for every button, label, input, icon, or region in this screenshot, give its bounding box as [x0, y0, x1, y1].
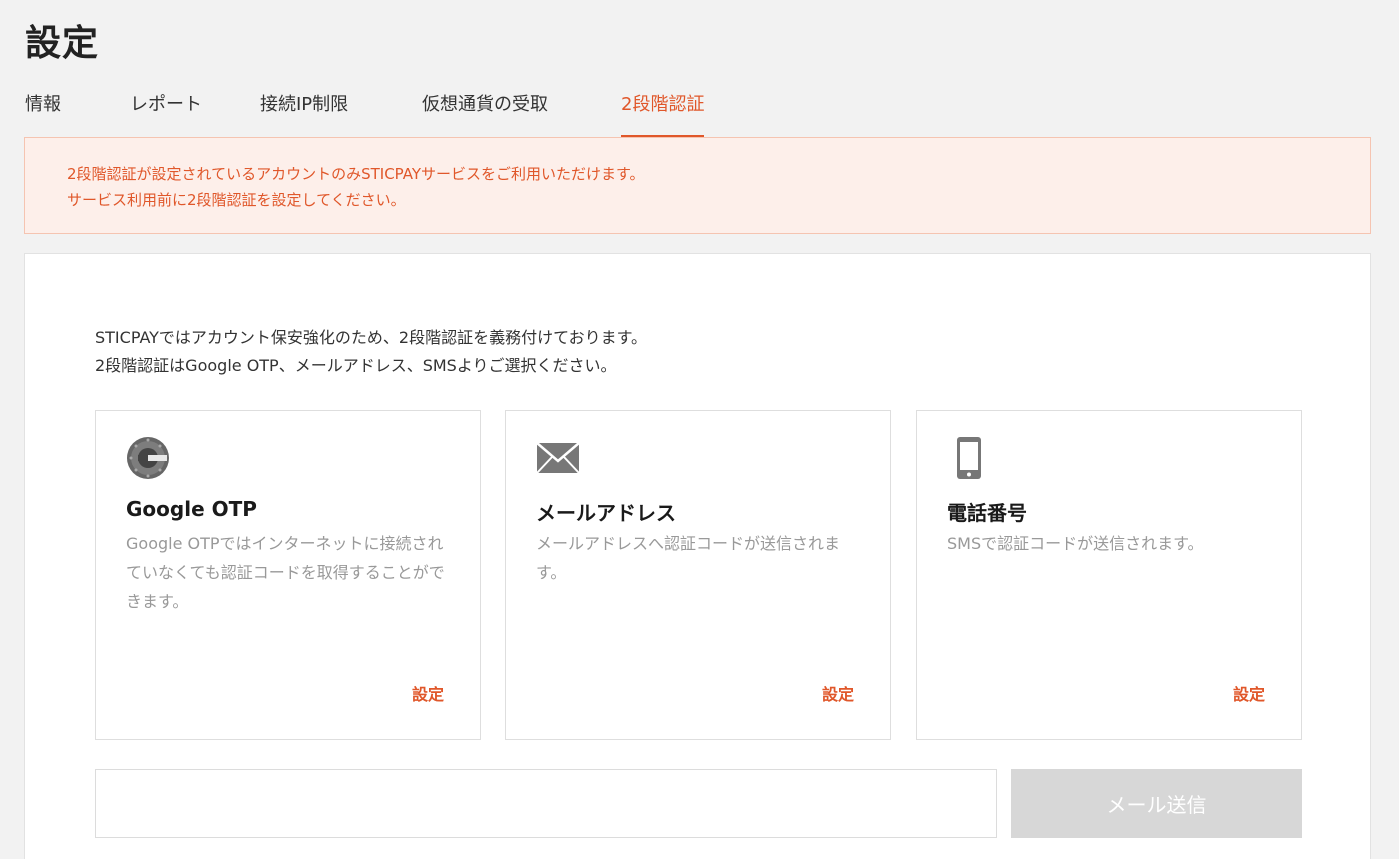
two-factor-panel: STICPAYではアカウント保安強化のため、2段階認証を義務付けております。 2… — [24, 253, 1371, 859]
settings-tabs: 情報 レポート 接続IP制限 仮想通貨の受取 2段階認証 — [25, 86, 705, 138]
alert-line-1: 2段階認証が設定されているアカウントのみSTICPAYサービスをご利用いただけま… — [67, 165, 645, 183]
envelope-icon — [536, 436, 580, 480]
email-setup-button[interactable]: 設定 — [822, 681, 854, 705]
card-title: 電話番号 — [947, 501, 1027, 525]
tab-report[interactable]: レポート — [130, 86, 260, 138]
intro-text: STICPAYではアカウント保安強化のため、2段階認証を義務付けております。 2… — [95, 324, 647, 380]
tab-ip-restriction[interactable]: 接続IP制限 — [260, 86, 422, 138]
card-title: メールアドレス — [536, 501, 676, 525]
card-title: Google OTP — [126, 497, 257, 521]
card-description: メールアドレスへ認証コードが送信されます。 — [536, 534, 841, 582]
page-title: 設定 — [25, 23, 100, 64]
google-otp-card[interactable]: Google OTP Google OTPではインターネットに接続されていなくて… — [95, 410, 481, 740]
google-authenticator-icon — [126, 436, 170, 480]
intro-line-1: STICPAYではアカウント保安強化のため、2段階認証を義務付けております。 — [95, 328, 648, 347]
phone-setup-button[interactable]: 設定 — [1233, 681, 1265, 705]
email-card[interactable]: メールアドレス メールアドレスへ認証コードが送信されます。 設定 — [505, 410, 891, 740]
tab-two-factor-auth[interactable]: 2段階認証 — [621, 86, 705, 138]
send-email-button[interactable]: メール送信 — [1011, 769, 1302, 838]
intro-line-2: 2段階認証はGoogle OTP、メールアドレス、SMSよりご選択ください。 — [95, 356, 617, 375]
card-description: Google OTPではインターネットに接続されていなくても認証コードを取得する… — [126, 534, 445, 611]
smartphone-icon — [947, 436, 991, 480]
tab-crypto-receive[interactable]: 仮想通貨の受取 — [422, 86, 621, 138]
alert-line-2: サービス利用前に2段階認証を設定してください。 — [67, 191, 406, 209]
phone-card[interactable]: 電話番号 SMSで認証コードが送信されます。 設定 — [916, 410, 1302, 740]
two-factor-alert: 2段階認証が設定されているアカウントのみSTICPAYサービスをご利用いただけま… — [24, 137, 1371, 234]
card-description: SMSで認証コードが送信されます。 — [947, 534, 1204, 553]
tab-info[interactable]: 情報 — [25, 86, 130, 138]
email-input[interactable] — [95, 769, 997, 838]
google-otp-setup-button[interactable]: 設定 — [412, 681, 444, 705]
